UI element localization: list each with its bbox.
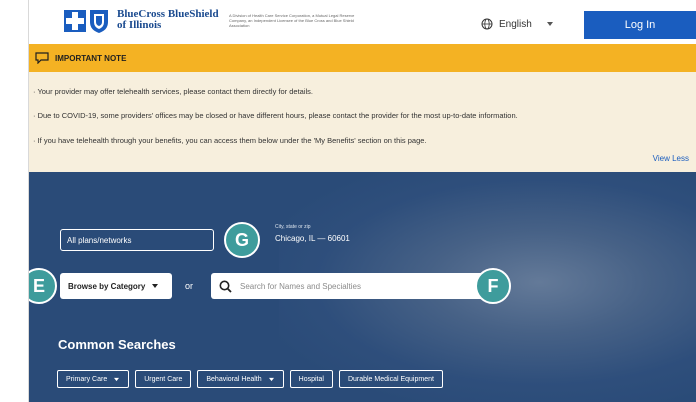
chip-label: Primary Care [66, 375, 108, 383]
common-searches-title: Common Searches [58, 337, 176, 352]
or-separator: or [185, 281, 194, 291]
note-line: · Your provider may offer telehealth ser… [33, 87, 314, 96]
chip-urgent-care[interactable]: Urgent Care [135, 370, 192, 388]
note-line: · If you have telehealth through your be… [33, 136, 427, 145]
brand-name: BlueCross BlueShield of Illinois [117, 8, 219, 31]
note-line: · Due to COVID-19, some providers' offic… [33, 111, 518, 120]
page-frame: BlueCross BlueShield of Illinois A Divis… [28, 0, 696, 402]
name-specialty-search-field[interactable]: Search for Names and Specialties [211, 273, 487, 299]
chip-label: Urgent Care [144, 375, 183, 383]
common-searches-chips: Primary Care Urgent Care Behavioral Heal… [57, 370, 443, 388]
chevron-down-icon [268, 377, 274, 381]
globe-icon [481, 18, 493, 30]
callout-badge-e: E [29, 268, 57, 304]
chip-primary-care[interactable]: Primary Care [57, 370, 130, 388]
browse-by-category-dropdown[interactable]: Browse by Category [60, 273, 172, 299]
chip-label: Durable Medical Equipment [347, 375, 434, 383]
chat-bubble-icon [35, 52, 49, 64]
callout-badge-g: G [224, 222, 260, 258]
chip-label: Hospital [298, 375, 324, 383]
chevron-down-icon [114, 377, 120, 381]
brand-tagline: A Division of Health Care Service Corpor… [229, 13, 355, 28]
provider-search-hero: All plans/networks G City, state or zip … [29, 172, 696, 402]
location-input[interactable]: Chicago, IL — 60601 [275, 234, 350, 243]
chip-behavioral-health[interactable]: Behavioral Health [197, 370, 284, 388]
callout-badge-f: F [475, 268, 511, 304]
bluecross-blueshield-logo-icon [64, 10, 108, 33]
plans-network-selector[interactable]: All plans/networks [60, 229, 214, 251]
language-selector[interactable]: English [481, 18, 554, 30]
site-header: BlueCross BlueShield of Illinois A Divis… [29, 0, 696, 44]
search-icon [219, 280, 232, 293]
view-less-link[interactable]: View Less [653, 154, 689, 163]
login-button[interactable]: Log In [584, 11, 696, 39]
language-label: English [499, 18, 532, 30]
chip-durable-medical-equipment[interactable]: Durable Medical Equipment [338, 370, 443, 388]
important-note-panel: IMPORTANT NOTE · Your provider may offer… [29, 44, 696, 172]
location-field-label: City, state or zip [275, 224, 311, 230]
search-placeholder: Search for Names and Specialties [240, 281, 361, 291]
chip-label: Behavioral Health [206, 375, 262, 383]
important-note-title: IMPORTANT NOTE [55, 53, 127, 63]
chevron-down-icon [152, 284, 159, 288]
chip-hospital[interactable]: Hospital [289, 370, 333, 388]
important-note-header: IMPORTANT NOTE [29, 44, 696, 72]
browse-by-category-label: Browse by Category [68, 281, 146, 291]
brand-logo[interactable] [62, 8, 112, 34]
chevron-down-icon [546, 22, 553, 26]
